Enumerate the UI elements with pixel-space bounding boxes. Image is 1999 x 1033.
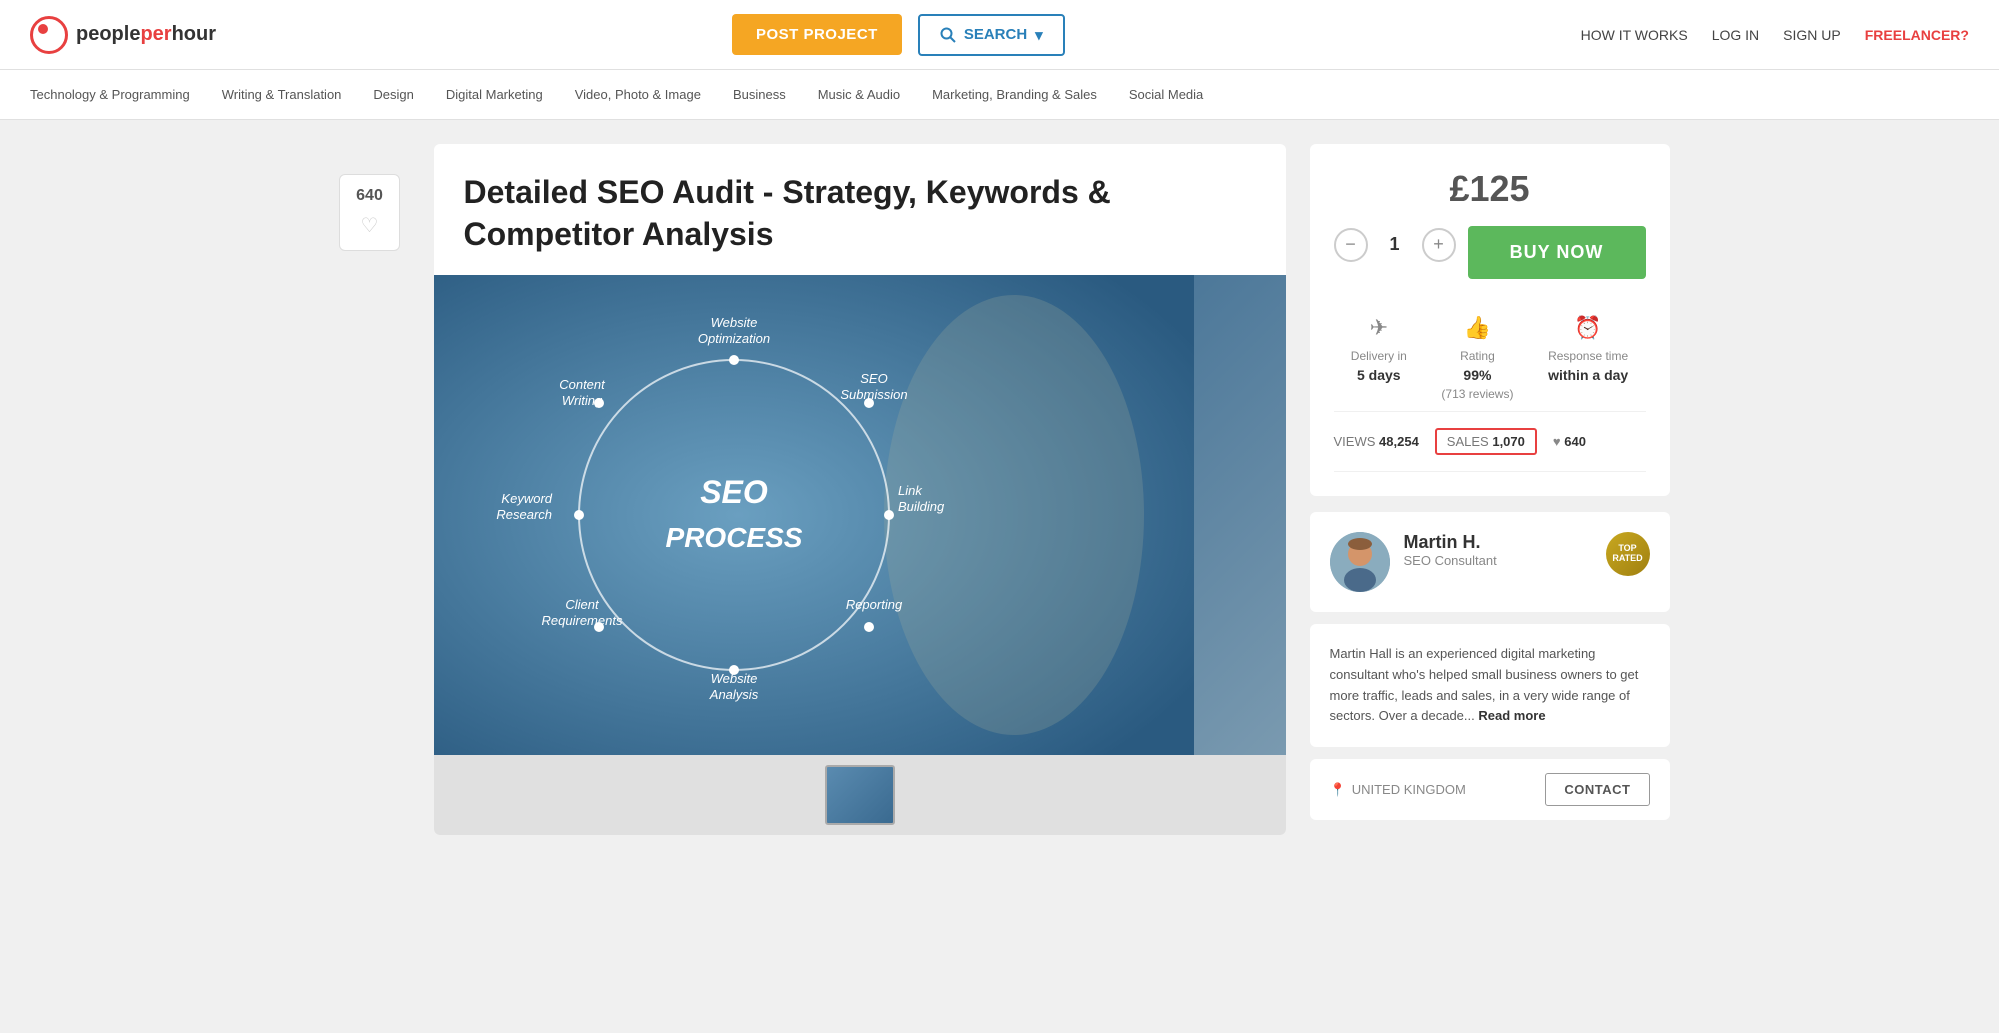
svg-text:Website: Website [710, 315, 757, 330]
cat-marketing[interactable]: Marketing, Branding & Sales [932, 83, 1097, 106]
top-rated-badge: TOPRATED [1606, 532, 1650, 576]
svg-text:SEO: SEO [700, 474, 768, 510]
rating-icon: 👍 [1464, 315, 1491, 341]
svg-text:SEO: SEO [860, 371, 887, 386]
response-stat: ⏰ Response time within a day [1548, 315, 1628, 401]
listing-card: Detailed SEO Audit - Strategy, Keywords … [434, 144, 1286, 835]
cat-music[interactable]: Music & Audio [818, 83, 900, 106]
header-right: HOW IT WORKS LOG IN SIGN UP FREELANCER? [1581, 27, 1969, 43]
response-icon: ⏰ [1574, 315, 1601, 341]
read-more-link[interactable]: Read more [1478, 708, 1545, 723]
like-box: 640 ♡ [339, 174, 400, 251]
stats-row: ✈ Delivery in 5 days 👍 Rating 99% (713 r… [1334, 295, 1646, 412]
delivery-value: 5 days [1357, 367, 1401, 383]
response-value: within a day [1548, 367, 1628, 383]
rating-label: Rating [1460, 349, 1495, 363]
svg-text:Reporting: Reporting [845, 597, 902, 612]
left-sidebar: 640 ♡ [330, 174, 410, 251]
cat-digital-marketing[interactable]: Digital Marketing [446, 83, 543, 106]
seller-name[interactable]: Martin H. [1404, 532, 1592, 553]
buy-now-button[interactable]: BUY NOW [1468, 226, 1646, 279]
delivery-label: Delivery in [1351, 349, 1407, 363]
pin-icon: 📍 [1330, 782, 1346, 798]
listing-title: Detailed SEO Audit - Strategy, Keywords … [434, 144, 1286, 275]
listing-image: SEO PROCESS Website Optimization SEO Sub… [434, 275, 1286, 755]
svg-text:Building: Building [898, 499, 945, 514]
category-nav: Technology & Programming Writing & Trans… [0, 70, 1999, 120]
quantity-row: − 1 + [1334, 228, 1456, 262]
rating-stat: 👍 Rating 99% (713 reviews) [1441, 315, 1513, 401]
svg-text:Client: Client [565, 597, 600, 612]
cat-video[interactable]: Video, Photo & Image [575, 83, 701, 106]
main-wrapper: 640 ♡ Detailed SEO Audit - Strategy, Key… [300, 120, 1700, 859]
thumbnail-1[interactable] [825, 765, 895, 825]
svg-text:Optimization: Optimization [697, 331, 769, 346]
price-card: £125 − 1 + BUY NOW ✈ Delivery in 5 days [1310, 144, 1670, 496]
logo-icon [30, 16, 68, 54]
cat-writing[interactable]: Writing & Translation [222, 83, 342, 106]
like-count: 640 [356, 187, 383, 205]
cat-business[interactable]: Business [733, 83, 786, 106]
header-left: peopleperhour [30, 16, 216, 54]
post-project-button[interactable]: POST PROJECT [732, 14, 902, 55]
price-display: £125 [1334, 168, 1646, 210]
seller-title: SEO Consultant [1404, 553, 1592, 568]
signup-link[interactable]: SIGN UP [1783, 27, 1841, 43]
delivery-stat: ✈ Delivery in 5 days [1351, 315, 1407, 401]
quantity-increase-button[interactable]: + [1422, 228, 1456, 262]
delivery-icon: ✈ [1370, 315, 1388, 341]
seller-info: Martin H. SEO Consultant [1404, 532, 1592, 568]
svg-text:Requirements: Requirements [541, 613, 622, 628]
location-row: 📍 UNITED KINGDOM CONTACT [1310, 759, 1670, 820]
metrics-row: VIEWS 48,254 SALES 1,070 ♥ 640 [1334, 412, 1646, 472]
header: peopleperhour POST PROJECT SEARCH ▾ HOW … [0, 0, 1999, 70]
svg-text:Analysis: Analysis [708, 687, 758, 702]
search-icon [940, 27, 956, 43]
heart-icon[interactable]: ♡ [361, 213, 379, 238]
views-metric: VIEWS 48,254 [1334, 434, 1419, 449]
seller-card: Martin H. SEO Consultant TOPRATED [1310, 512, 1670, 612]
quantity-value: 1 [1380, 234, 1410, 255]
freelancer-link[interactable]: FREELANCER? [1865, 27, 1969, 43]
thumbnail-strip [434, 755, 1286, 835]
svg-text:Keyword: Keyword [501, 491, 552, 506]
svg-text:Link: Link [898, 483, 923, 498]
seller-avatar [1330, 532, 1390, 592]
right-sidebar: £125 − 1 + BUY NOW ✈ Delivery in 5 days [1310, 144, 1670, 820]
rating-reviews: (713 reviews) [1441, 387, 1513, 401]
cat-technology[interactable]: Technology & Programming [30, 83, 190, 106]
cat-social-media[interactable]: Social Media [1129, 83, 1203, 106]
sales-metric: SALES 1,070 [1435, 428, 1537, 455]
rating-value: 99% [1463, 367, 1491, 383]
contact-button[interactable]: CONTACT [1545, 773, 1649, 806]
svg-text:Research: Research [496, 507, 552, 522]
search-button[interactable]: SEARCH ▾ [918, 14, 1065, 56]
location-text: 📍 UNITED KINGDOM [1330, 782, 1466, 798]
how-it-works-link[interactable]: HOW IT WORKS [1581, 27, 1688, 43]
seo-diagram-svg: SEO PROCESS Website Optimization SEO Sub… [434, 275, 1194, 755]
svg-text:PROCESS: PROCESS [665, 522, 802, 553]
quantity-decrease-button[interactable]: − [1334, 228, 1368, 262]
svg-text:Content: Content [559, 377, 606, 392]
login-link[interactable]: LOG IN [1712, 27, 1759, 43]
logo-text: peopleperhour [76, 23, 216, 46]
svg-text:Submission: Submission [840, 387, 907, 402]
header-center: POST PROJECT SEARCH ▾ [732, 14, 1065, 56]
likes-metric: ♥ 640 [1553, 434, 1586, 449]
response-label: Response time [1548, 349, 1628, 363]
avatar-svg [1330, 532, 1390, 592]
content-area: Detailed SEO Audit - Strategy, Keywords … [434, 144, 1286, 835]
bio-card: Martin Hall is an experienced digital ma… [1310, 624, 1670, 747]
logo[interactable]: peopleperhour [30, 16, 216, 54]
cat-design[interactable]: Design [373, 83, 413, 106]
